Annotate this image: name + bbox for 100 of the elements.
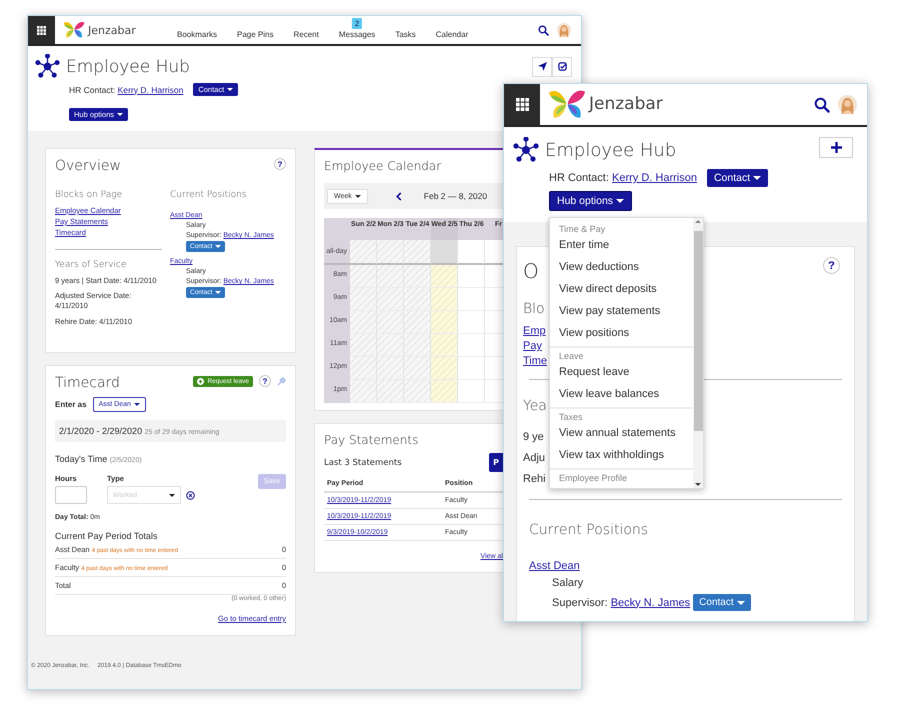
network-icon <box>35 54 60 79</box>
logo-text: Jenzabar <box>589 94 663 114</box>
hub-options-button[interactable]: Hub options <box>549 191 632 211</box>
apps-button[interactable] <box>504 84 540 125</box>
menu-item[interactable]: View direct deposits <box>550 278 693 300</box>
block-link[interactable]: Emp <box>523 325 546 337</box>
supervisor-link[interactable]: Becky N. James <box>610 596 690 608</box>
statements-button[interactable]: P <box>489 453 503 472</box>
calendar-cell <box>458 380 485 403</box>
section-heading: Blo <box>523 301 545 317</box>
section-heading: Years of Service <box>55 260 128 270</box>
nav-link[interactable]: Tasks <box>395 30 416 38</box>
search-icon[interactable] <box>538 24 549 36</box>
menu-item[interactable]: View positions <box>550 322 693 344</box>
calendar-cell <box>377 265 404 288</box>
send-button[interactable] <box>532 56 552 76</box>
calendar-cell <box>377 380 404 403</box>
nav-link[interactable]: Page Pins <box>237 30 274 38</box>
calendar-cell <box>350 288 377 311</box>
calendar-cell <box>431 311 458 334</box>
nav-link[interactable]: Bookmarks <box>177 30 218 38</box>
menu-item[interactable]: Enter time <box>550 234 693 256</box>
caret-icon <box>134 403 140 406</box>
caret-icon <box>117 113 124 116</box>
calendar-cell <box>458 311 485 334</box>
section-heading: Blocks on Page <box>55 190 124 200</box>
calendar-cell <box>350 311 377 334</box>
menu-group-label: Time & Pay <box>558 223 606 234</box>
service-detail: 9 ye <box>523 431 544 443</box>
menu-item[interactable]: View leave balances <box>550 383 693 405</box>
hr-contact-link[interactable]: Kerry D. Harrison <box>118 84 184 94</box>
date-range: Feb 2 — 8, 2020 <box>424 191 488 201</box>
caret-icon <box>753 176 762 180</box>
contact-button[interactable]: Contact <box>693 594 751 611</box>
menu-item[interactable]: View annual statements <box>550 422 693 444</box>
caret-icon <box>227 88 234 91</box>
card-title: O <box>523 259 539 283</box>
checklist-button[interactable] <box>552 56 572 76</box>
calendar-cell <box>404 357 431 380</box>
hr-contact-label: HR Contact: <box>69 84 116 94</box>
hr-contact-link[interactable]: Kerry D. Harrison <box>612 172 697 184</box>
caret-icon <box>215 291 222 294</box>
plus-icon <box>830 142 842 152</box>
menu-item[interactable]: View deductions <box>550 256 693 278</box>
apps-grid-icon <box>37 26 46 34</box>
card-title: Overview <box>55 158 121 174</box>
caret-icon <box>215 245 222 248</box>
section-heading: Current Positions <box>170 190 248 200</box>
clear-icon[interactable] <box>186 490 195 500</box>
hours-input-field[interactable] <box>55 486 87 504</box>
previous-icon[interactable] <box>396 192 402 200</box>
calendar-cell <box>350 357 377 380</box>
scrollbar[interactable] <box>693 218 703 488</box>
menu-item[interactable]: Request leave <box>550 361 693 383</box>
help-button[interactable]: ? <box>274 158 286 170</box>
help-button[interactable]: ? <box>259 375 271 387</box>
block-link[interactable]: Pay <box>523 340 542 352</box>
menu-group-label: Leave <box>558 350 585 361</box>
field-label: Enter as <box>55 400 87 409</box>
position-link[interactable]: Asst Dean <box>529 560 580 572</box>
caret-icon <box>354 194 361 198</box>
logo-text: Jenzabar <box>88 24 136 36</box>
page-title: Employee Hub <box>66 56 190 76</box>
add-button[interactable] <box>819 136 853 158</box>
calendar-cell <box>404 265 431 288</box>
card-title: Pay Statements <box>324 433 420 447</box>
apps-button[interactable] <box>28 16 55 44</box>
calendar-cell <box>404 380 431 403</box>
calendar-cell <box>458 288 485 311</box>
calendar-cell <box>431 380 458 403</box>
service-detail: Rehi <box>523 473 546 485</box>
calendar-cell <box>458 334 485 357</box>
section-heading: Today's Time <box>55 454 108 464</box>
calendar-cell <box>350 380 377 403</box>
contact-button[interactable]: Contact <box>706 169 768 187</box>
nav-link[interactable]: Recent <box>293 30 319 38</box>
menu-item[interactable]: View tax withholdings <box>550 444 693 466</box>
calendar-cell <box>404 288 431 311</box>
hr-contact-label: HR Contact: <box>549 172 609 184</box>
nav-link[interactable]: Calendar <box>436 30 468 38</box>
calendar-cell <box>431 288 458 311</box>
calendar-cell <box>350 334 377 357</box>
caret-icon <box>169 494 175 496</box>
network-icon <box>513 137 539 163</box>
card-title: Timecard <box>55 375 120 391</box>
menu-group-label: Employee Profile <box>558 472 628 483</box>
calendar-cell <box>377 240 404 265</box>
section-heading: Current Positions <box>529 522 648 538</box>
page-title: Employee Hub <box>545 140 676 160</box>
calendar-cell <box>350 240 377 265</box>
menu-group-label: Taxes <box>558 411 584 422</box>
calendar-cell <box>404 311 431 334</box>
pay-period-range: 2/1/2020 - 2/29/2020 <box>59 426 142 436</box>
block-link[interactable]: Time <box>523 355 548 367</box>
menu-item[interactable]: View pay statements <box>550 300 693 322</box>
card-title: Employee Calendar <box>324 159 442 175</box>
help-button[interactable]: ? <box>823 257 840 274</box>
search-icon[interactable] <box>814 96 830 112</box>
calendar-cell <box>404 334 431 357</box>
calendar-cell <box>458 265 485 288</box>
